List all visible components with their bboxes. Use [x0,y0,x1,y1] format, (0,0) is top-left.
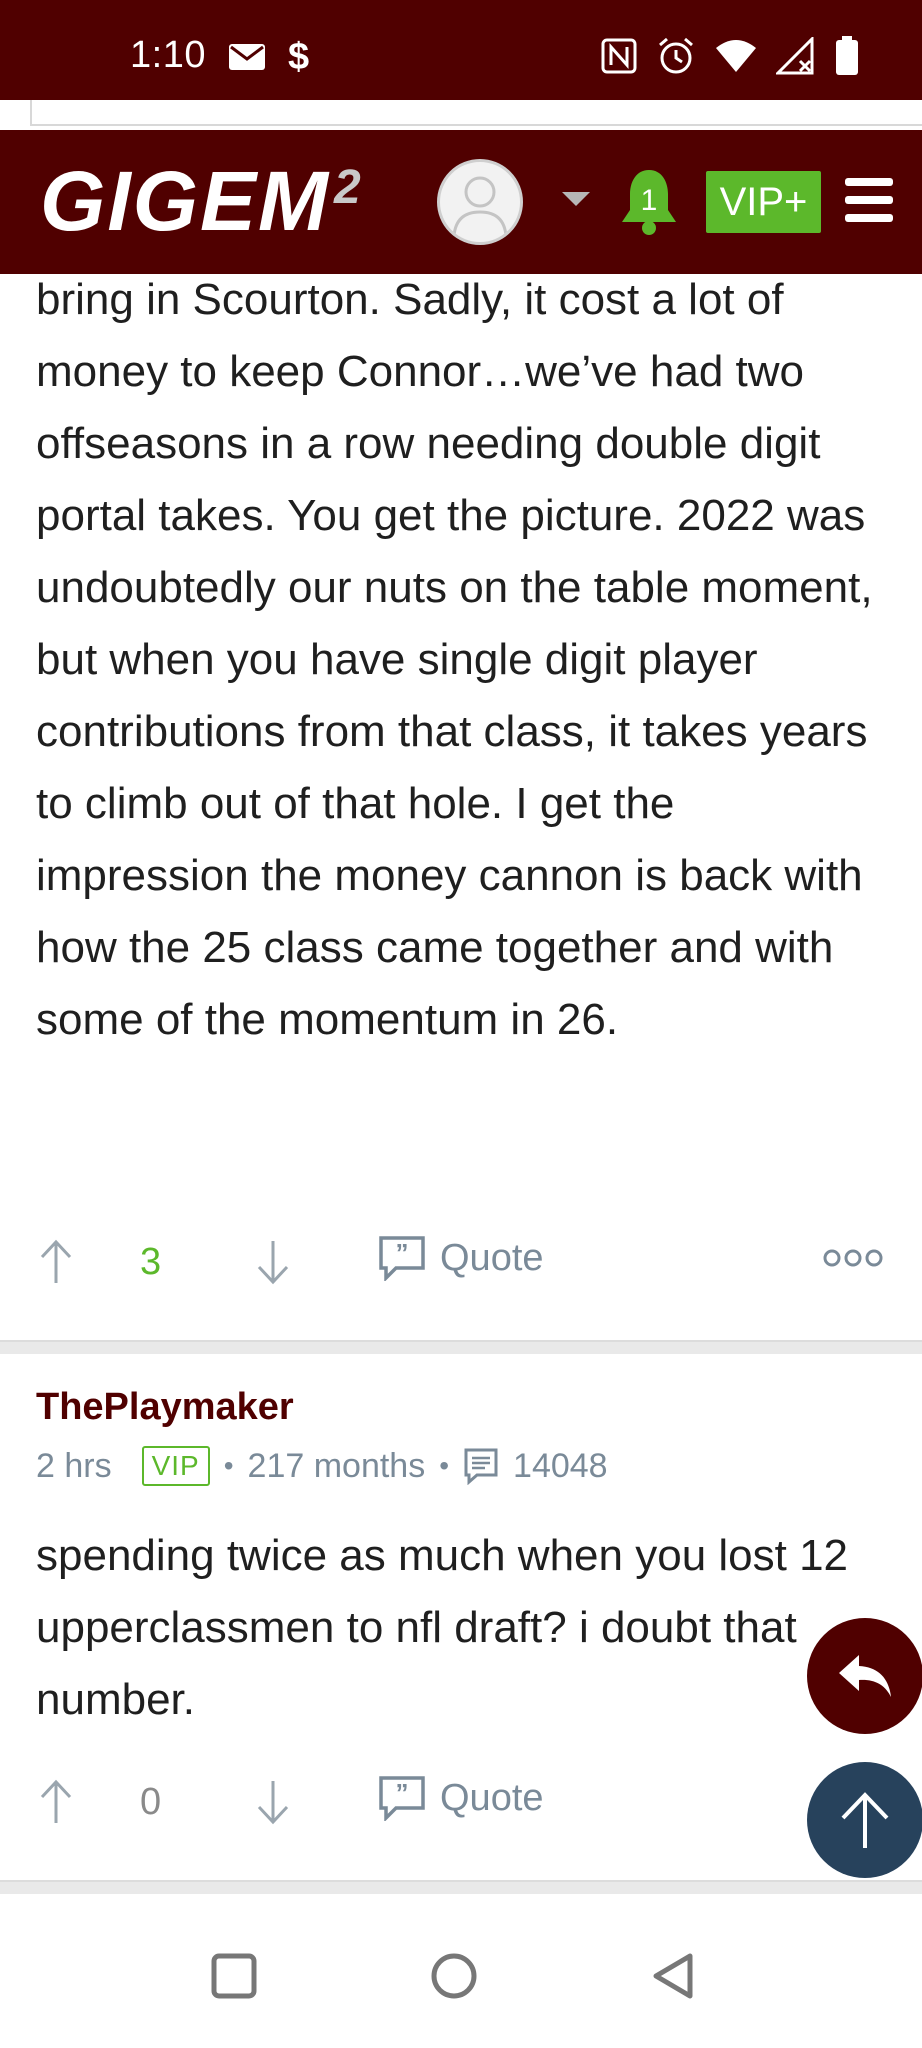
account-dropdown-caret-icon[interactable] [562,192,590,206]
arrow-up-icon [40,1779,72,1823]
bell-icon: 1 [622,170,676,235]
post-divider [0,1340,922,1354]
hamburger-menu-icon[interactable] [845,178,893,222]
svg-text:”: ” [396,1238,409,1268]
separator-dot: • [439,1450,450,1481]
post-meta: 2 hrs VIP • 217 months • 14048 [36,1446,608,1486]
status-bar: 1:10 $ [0,0,922,100]
vip-plus-button[interactable]: VIP+ [706,171,821,233]
quote-button[interactable]: ” Quote [378,1235,544,1281]
member-tenure: 217 months [247,1446,426,1485]
separator-dot: • [223,1450,234,1481]
home-icon[interactable] [430,1952,478,2000]
wifi-icon [716,40,756,72]
vote-count: 3 [140,1241,162,1283]
dollar-icon: $ [288,36,310,78]
reply-button[interactable] [807,1618,922,1734]
arrow-up-icon [40,1239,72,1283]
site-header: GIGEM 2 1 VIP+ [0,130,922,274]
quote-button[interactable]: ” Quote [378,1775,544,1821]
ad-banner [0,100,922,130]
notifications-button[interactable]: 1 [618,166,680,238]
posts-count-icon [464,1448,498,1485]
system-nav-bar [0,1894,922,2048]
logo-superscript: 2 [334,161,361,214]
recents-icon[interactable] [210,1952,258,2000]
logo-text: GIGEM [40,154,331,248]
scroll-to-top-button[interactable] [807,1762,922,1878]
downvote-button[interactable] [255,1239,291,1285]
battery-icon [836,36,858,75]
back-icon[interactable] [650,1952,698,2000]
quote-icon: ” [379,1776,425,1821]
post-actions: 3 ” Quote [0,1225,922,1305]
nfc-icon [601,38,637,74]
post-body: spending twice as much when you lost 12 … [36,1531,849,1724]
svg-text:”: ” [396,1778,409,1808]
alarm-icon [659,37,693,74]
post-author[interactable]: ThePlaymaker [36,1386,294,1429]
upvote-button[interactable] [38,1779,74,1825]
more-options-button[interactable] [822,1247,884,1269]
user-icon [452,176,508,237]
notification-count: 1 [641,184,658,217]
post-body: bring in Scourton. Sadly, it cost a lot … [36,275,873,1044]
arrow-up-icon [841,1792,889,1848]
signal-icon [776,37,814,75]
vote-count: 0 [140,1781,162,1823]
site-logo[interactable]: GIGEM 2 [40,156,361,246]
vip-badge: VIP [141,1446,210,1486]
downvote-button[interactable] [255,1779,291,1825]
post-time: 2 hrs [36,1446,112,1485]
post-divider [0,1880,922,1894]
arrow-down-icon [257,1241,289,1285]
post-count: 14048 [513,1446,608,1485]
status-time: 1:10 [130,34,206,76]
reply-icon [839,1655,891,1697]
post-actions: 0 ” Quote [0,1765,922,1845]
quote-label: Quote [440,1236,544,1279]
upvote-button[interactable] [38,1239,74,1285]
user-avatar[interactable] [437,159,523,245]
mail-icon [229,44,265,70]
quote-icon: ” [379,1236,425,1281]
arrow-down-icon [257,1781,289,1825]
quote-label: Quote [440,1776,544,1819]
more-dots-icon [823,1249,883,1267]
